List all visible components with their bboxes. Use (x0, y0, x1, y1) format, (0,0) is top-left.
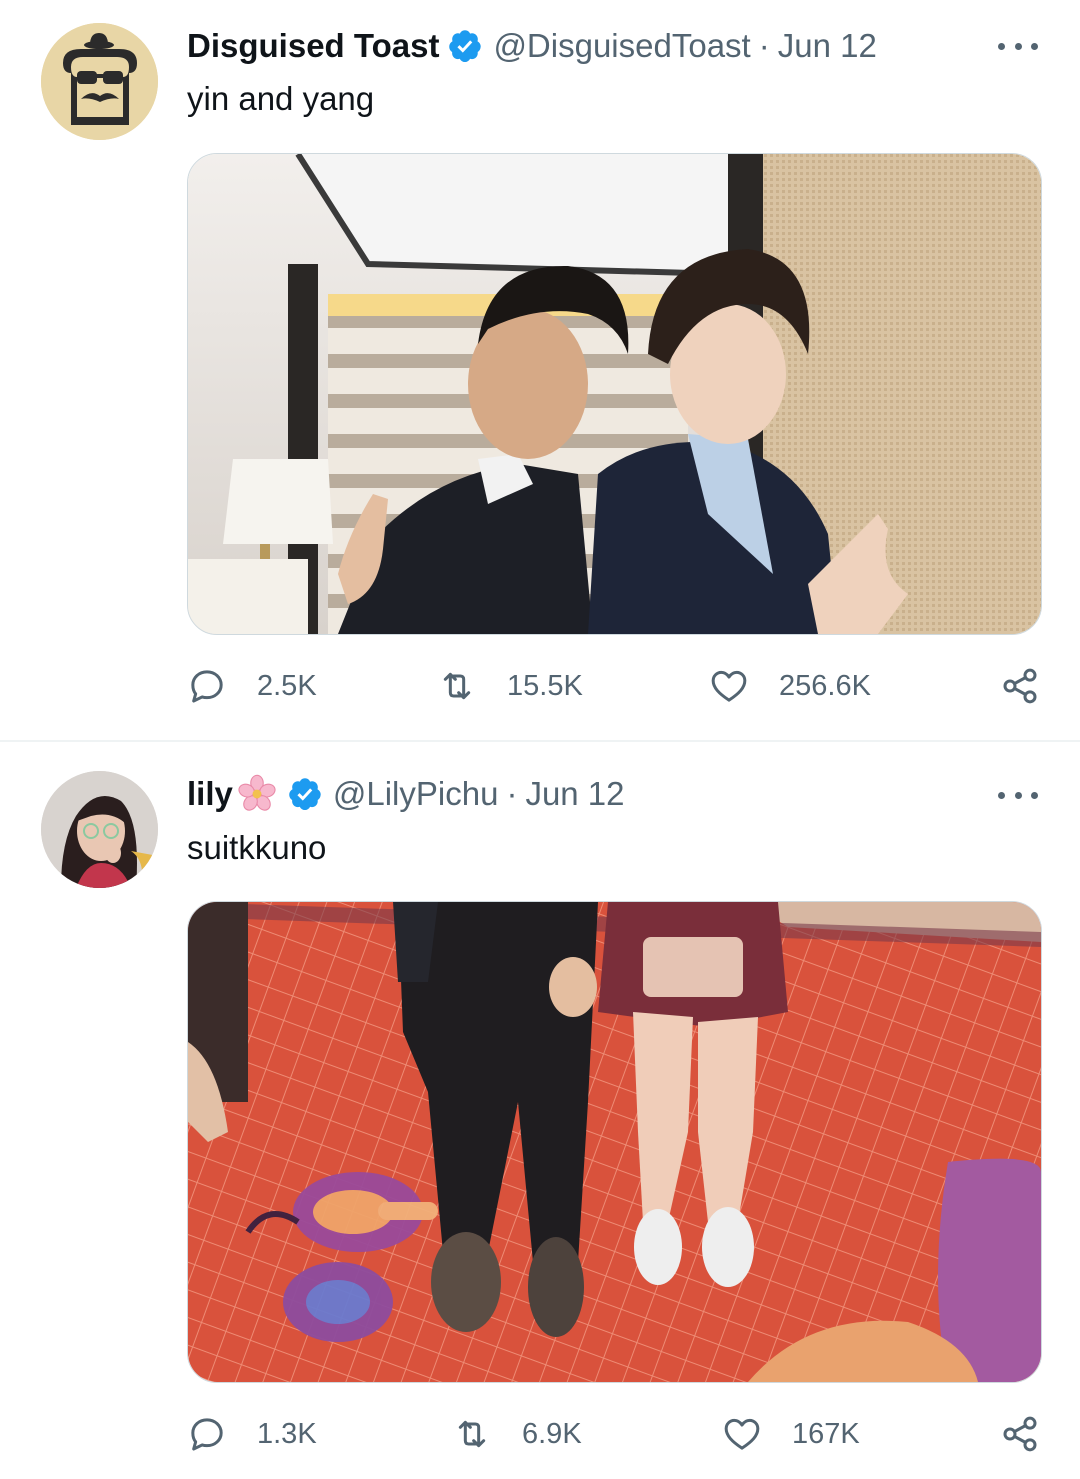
tweet-actions: 2.5K 15.5K 256.6K (187, 661, 1040, 711)
cherry-blossom-emoji-icon (238, 774, 276, 811)
verified-badge-icon (289, 778, 321, 811)
avatar[interactable] (41, 23, 158, 140)
retweet-count: 6.9K (522, 1417, 582, 1450)
display-name[interactable]: Disguised Toast (187, 27, 439, 65)
more-options-icon[interactable] (998, 36, 1038, 56)
retweet-icon (443, 672, 471, 700)
share-icon (1003, 1416, 1037, 1452)
reply-icon (191, 670, 223, 703)
like-count: 167K (792, 1417, 860, 1450)
tweet-photo[interactable] (187, 153, 1042, 635)
like-button[interactable]: 167K (722, 1409, 860, 1459)
like-count: 256.6K (779, 669, 871, 702)
handle[interactable]: @DisguisedToast (493, 27, 750, 65)
reply-count: 2.5K (257, 669, 317, 702)
separator: · (506, 775, 518, 812)
retweet-button[interactable]: 6.9K (452, 1409, 582, 1459)
reply-button[interactable]: 1.3K (187, 1409, 317, 1459)
timestamp[interactable]: Jun 12 (525, 775, 624, 813)
handle[interactable]: @LilyPichu (333, 775, 499, 813)
heart-icon (711, 670, 747, 702)
reply-button[interactable]: 2.5K (187, 661, 317, 711)
like-button[interactable]: 256.6K (709, 661, 871, 711)
tweet[interactable]: Disguised Toast @DisguisedToast · Jun 12… (0, 0, 1080, 740)
reply-count: 1.3K (257, 1417, 317, 1450)
share-button[interactable] (1000, 1409, 1040, 1459)
tweet-actions: 1.3K 6.9K 167K (187, 1409, 1040, 1459)
photo-image (188, 154, 1041, 634)
timestamp[interactable]: Jun 12 (778, 27, 877, 65)
share-icon (1003, 668, 1037, 704)
toast-mustache-avatar-icon (41, 23, 158, 140)
tweet-header: Disguised Toast @DisguisedToast · Jun 12 (187, 23, 960, 69)
tweet-header: lily @LilyPichu · Jun 12 (187, 771, 960, 817)
heart-icon (724, 1418, 760, 1450)
avatar[interactable] (41, 771, 158, 888)
tweet-text: suitkkuno (187, 829, 327, 866)
tweet[interactable]: lily @LilyPichu · Jun 12 suitkkuno 1.3K … (0, 742, 1080, 1479)
separator: · (758, 27, 770, 64)
photo-image (188, 902, 1041, 1382)
verified-badge-icon (449, 30, 482, 63)
lily-avatar-icon (41, 771, 158, 888)
share-button[interactable] (1000, 661, 1040, 711)
tweet-text: yin and yang (187, 80, 375, 117)
retweet-count: 15.5K (507, 669, 583, 702)
retweet-button[interactable]: 15.5K (437, 661, 583, 711)
tweet-photo[interactable] (187, 901, 1042, 1383)
retweet-icon (458, 1420, 486, 1448)
more-options-icon[interactable] (998, 785, 1038, 805)
display-name[interactable]: lily (187, 775, 233, 813)
reply-icon (191, 1418, 223, 1451)
